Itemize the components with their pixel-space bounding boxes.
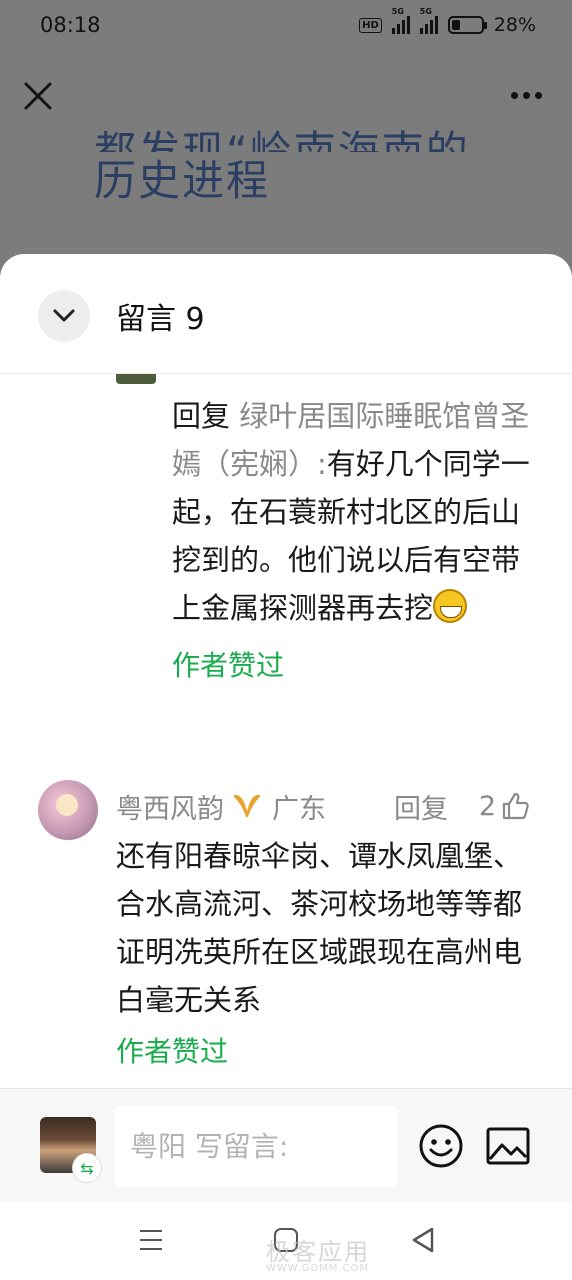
ribbon-badge-icon [233, 794, 261, 818]
signal-icon: 5G [391, 7, 410, 34]
comment-text: 还有阳春晾伞岗、谭水凤凰堡、合水高流河、茶河校场地等等都证明冼英所在区域跟现在高… [116, 839, 523, 1017]
watermark: 极客应用 WWW.GDMM.COM [196, 1232, 386, 1280]
collapse-button[interactable] [38, 290, 90, 342]
back-icon[interactable] [410, 1226, 436, 1254]
screen: 08:18 HD 5G 5G 28% 都发现“岭南海南的 历史进程 留言 9 回… [0, 0, 572, 1280]
thumbs-up-icon [502, 792, 529, 820]
comment-input-bar: ⇆ [0, 1088, 572, 1202]
reply-prefix: 回复 [172, 399, 231, 433]
battery-icon [447, 16, 487, 34]
system-nav-bar: 极客应用 WWW.GDMM.COM [0, 1202, 572, 1280]
emoji-icon[interactable] [418, 1123, 464, 1169]
switch-icon[interactable]: ⇆ [72, 1153, 102, 1183]
comment-meta: 粤西风韵 广东 回复 2 [116, 786, 536, 826]
watermark-url: WWW.GDMM.COM [266, 1263, 370, 1274]
reply-item: 回复 绿叶居国际睡眠馆曾圣嫣（宪娴）:有好几个同学一起，在石蓑新村北区的后山挖到… [172, 392, 542, 690]
like-button[interactable]: 2 [479, 791, 530, 822]
reply-button[interactable]: 回复 [394, 787, 448, 826]
network-label: 5G [391, 7, 404, 16]
watermark-text: 极客应用 [266, 1238, 370, 1266]
comment-region: 广东 [272, 793, 326, 825]
article-title-line: 历史进程 [94, 156, 271, 205]
signal-icon-2: 5G [419, 7, 438, 34]
comments-sheet: 留言 9 回复 绿叶居国际睡眠馆曾圣嫣（宪娴）:有好几个同学一起，在石蓑新村北区… [0, 254, 572, 1280]
sheet-header: 留言 9 [0, 254, 572, 374]
avatar[interactable] [38, 780, 98, 840]
status-indicators: HD 5G 5G 28% [359, 7, 536, 36]
article-title: 都发现“岭南海南的 历史进程 [94, 118, 554, 210]
article-title-partial: 都发现“岭南海南的 [94, 127, 470, 152]
comment-author[interactable]: 粤西风韵 [116, 787, 224, 826]
more-icon[interactable] [511, 92, 542, 99]
battery-percent: 28% [493, 14, 536, 36]
sheet-title: 留言 9 [116, 302, 205, 337]
image-icon[interactable] [486, 1127, 530, 1165]
status-bar: 08:18 HD 5G 5G 28% [0, 0, 572, 50]
hd-icon: HD [359, 17, 382, 33]
like-count: 2 [478, 790, 496, 822]
status-time: 08:18 [40, 13, 101, 37]
author-liked-label: 作者赞过 [172, 649, 285, 682]
battery-fill [451, 20, 460, 30]
grin-emoji-icon [433, 589, 468, 623]
close-icon[interactable] [22, 80, 54, 112]
avatar[interactable] [116, 374, 156, 384]
author-liked-label: 作者赞过 [116, 1035, 229, 1068]
chevron-down-icon [53, 309, 75, 322]
network-label-2: 5G [419, 7, 432, 16]
comment-input[interactable] [114, 1105, 398, 1187]
menu-icon[interactable] [140, 1230, 162, 1257]
